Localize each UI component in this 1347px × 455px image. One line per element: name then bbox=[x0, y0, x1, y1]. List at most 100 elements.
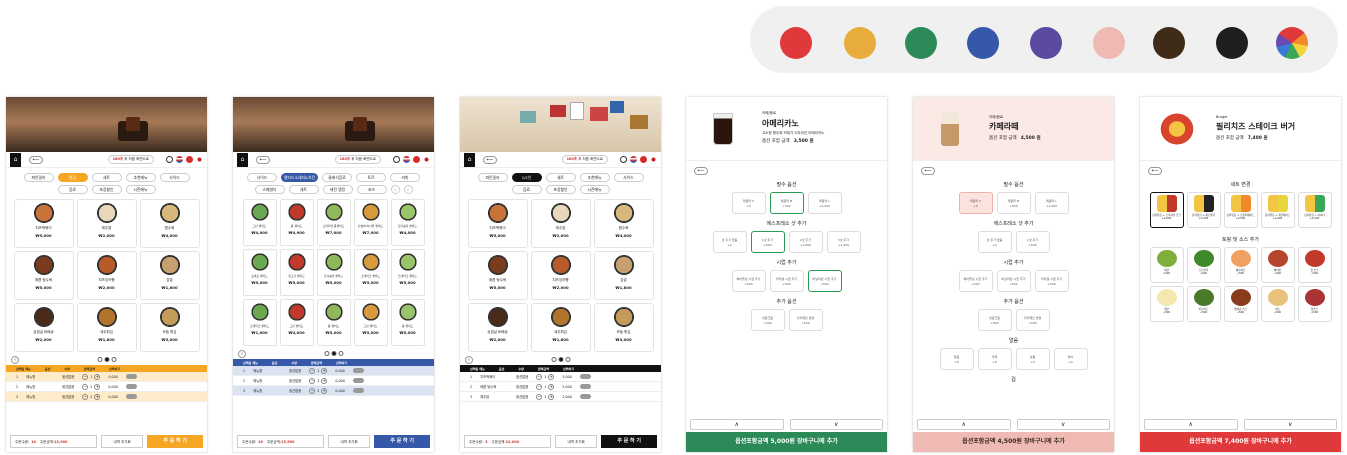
back-button[interactable]: ⟵ bbox=[29, 155, 43, 164]
option-button[interactable]: 3샷 추가 +1,500 bbox=[826, 231, 861, 253]
menu-card[interactable]: 콥 샐러드 ₩5,000 bbox=[316, 299, 351, 346]
color-swatch-brown[interactable] bbox=[1153, 27, 1185, 59]
option-button[interactable]: 적게 +0 bbox=[977, 348, 1012, 370]
option-button[interactable]: 휘핑크림 +500 bbox=[750, 309, 785, 331]
page-dot[interactable] bbox=[97, 357, 102, 362]
menu-card[interactable]: 삼겹살 바베큐 ₩2,000 bbox=[13, 303, 74, 352]
order-button[interactable]: 주 문 하 기 bbox=[374, 435, 430, 448]
tab-2[interactable]: 세트 bbox=[545, 173, 576, 182]
reset-button[interactable]: 내역 초기화 bbox=[554, 435, 598, 448]
scroll-down-button[interactable]: ∨ bbox=[789, 419, 883, 430]
option-button[interactable]: 레귤러 M +500 bbox=[996, 192, 1031, 214]
option-button[interactable]: 레귤러 S +0 bbox=[958, 192, 993, 214]
menu-card[interactable]: 모둠 튀김 ₩3,000 bbox=[593, 303, 654, 352]
option-button[interactable]: 샷 추가 없음 +0 bbox=[712, 231, 747, 253]
back-button[interactable]: ⟵ bbox=[483, 155, 497, 164]
delete-button[interactable] bbox=[125, 374, 137, 379]
page-dot[interactable] bbox=[565, 357, 570, 362]
plus-button[interactable]: + bbox=[548, 393, 555, 400]
tab-2[interactable]: 클래식음료 bbox=[321, 173, 352, 182]
menu-card[interactable]: 매콤 탕수육 ₩5,000 bbox=[13, 251, 74, 300]
tab-3[interactable]: 추천메뉴 bbox=[579, 173, 610, 182]
plus-button[interactable]: + bbox=[94, 383, 101, 390]
delete-button[interactable] bbox=[352, 368, 364, 373]
menu-card[interactable]: 새우튀김 ₩1,800 bbox=[530, 303, 591, 352]
option-button[interactable]: 1샷 추가 +500 bbox=[750, 231, 785, 253]
topping-option[interactable]: 바베큐 소스 +500 bbox=[1223, 286, 1258, 322]
tab-5[interactable]: 음료 bbox=[57, 185, 88, 194]
menu-card[interactable]: 새우튀김 ₩1,800 bbox=[76, 303, 137, 352]
tab-6[interactable]: 포장할인 bbox=[545, 185, 576, 194]
scroll-down-button[interactable]: ∨ bbox=[1243, 419, 1337, 430]
topping-option[interactable]: 치즈 +500 bbox=[1260, 286, 1295, 322]
delete-button[interactable] bbox=[579, 394, 591, 399]
menu-card[interactable]: 스테이크 샐러드 ₩5,000 bbox=[353, 249, 388, 296]
order-button[interactable]: 주 문 하 기 bbox=[601, 435, 657, 448]
tab-3[interactable]: 추천메뉴 bbox=[125, 173, 156, 182]
flag-usa-icon[interactable] bbox=[403, 156, 410, 163]
flag-japan-icon[interactable] bbox=[423, 156, 430, 163]
tab-5[interactable]: 스페셜티 bbox=[254, 185, 285, 194]
flag-japan-icon[interactable] bbox=[196, 156, 203, 163]
tab-6[interactable]: 세트 bbox=[288, 185, 319, 194]
flag-korea-icon[interactable] bbox=[166, 156, 173, 163]
page-dot[interactable] bbox=[338, 351, 343, 356]
minus-button[interactable]: − bbox=[536, 373, 543, 380]
menu-card[interactable]: 매콤 탕수육 ₩5,000 bbox=[467, 251, 528, 300]
topping-option[interactable]: 베이컨 +500 bbox=[1260, 247, 1295, 283]
plus-button[interactable]: + bbox=[548, 373, 555, 380]
menu-card[interactable]: 오리지널 콥샐러드 ₩7,000 bbox=[316, 199, 351, 246]
option-button[interactable]: 없음 +0 bbox=[939, 348, 974, 370]
menu-card[interactable]: 치즈떡볶이 ₩5,000 bbox=[13, 199, 74, 248]
minus-button[interactable]: − bbox=[309, 367, 316, 374]
prev-page-icon[interactable]: ‹ bbox=[465, 356, 473, 364]
home-icon[interactable]: ⌂ bbox=[237, 152, 248, 167]
tab-1[interactable]: 면공 bbox=[57, 173, 88, 182]
option-button[interactable]: 디카페인 변경 +500 bbox=[788, 309, 823, 331]
tab-5[interactable]: 음료 bbox=[511, 185, 542, 194]
tab-4[interactable]: 사이드 bbox=[159, 173, 190, 182]
menu-card[interactable]: 모둠 튀김 ₩3,000 bbox=[139, 303, 200, 352]
option-button[interactable]: 헤이즐넛 시럽 추가 +500 bbox=[731, 270, 766, 292]
option-button[interactable]: 헤이즐넛 시럽 추가 +500 bbox=[958, 270, 993, 292]
back-button[interactable]: ⟵ bbox=[256, 155, 270, 164]
flag-china-icon[interactable] bbox=[413, 156, 420, 163]
option-button[interactable]: 휘핑크림 +500 bbox=[977, 309, 1012, 331]
menu-card[interactable]: 짬수육 ₩4,000 bbox=[139, 199, 200, 248]
option-button[interactable]: 바닐라빈 시럽 추가 +500 bbox=[996, 270, 1031, 292]
flag-usa-icon[interactable] bbox=[630, 156, 637, 163]
menu-card[interactable]: 김밥 ₩1,800 bbox=[593, 251, 654, 300]
menu-card[interactable]: 토마토 샐러드 ₩5,000 bbox=[242, 249, 277, 296]
scroll-up-button[interactable]: ∧ bbox=[917, 419, 1011, 430]
back-button[interactable]: ⟵ bbox=[694, 167, 708, 175]
plus-button[interactable]: + bbox=[548, 383, 555, 390]
menu-card[interactable]: 콥 샐러드 ₩4,900 bbox=[279, 199, 314, 246]
minus-button[interactable]: − bbox=[82, 373, 89, 380]
plus-button[interactable]: + bbox=[94, 393, 101, 400]
set-option[interactable]: 감자튀김 + 오리지널 코크 +2,000 bbox=[1149, 192, 1184, 228]
option-button[interactable]: 보통 +0 bbox=[1015, 348, 1050, 370]
home-icon[interactable]: ⌂ bbox=[10, 152, 21, 167]
menu-card[interactable]: 닭가슴살 샐러드 ₩4,000 bbox=[390, 199, 425, 246]
menu-card[interactable]: 그린 샐러드 ₩5,000 bbox=[353, 299, 388, 346]
tab-8[interactable]: 코즈 bbox=[356, 185, 387, 194]
tab-0[interactable]: 파인밀러 bbox=[23, 173, 54, 182]
set-option[interactable]: 감자튀김 + 레몬에이드 +2,000 bbox=[1260, 192, 1295, 228]
tab-2[interactable]: 세트 bbox=[91, 173, 122, 182]
tab-3[interactable]: 토르 bbox=[355, 173, 386, 182]
menu-card[interactable]: 그린 샐러드 ₩4,000 bbox=[242, 199, 277, 246]
menu-card[interactable]: 삼겹살 바베큐 ₩2,000 bbox=[467, 303, 528, 352]
delete-button[interactable] bbox=[579, 374, 591, 379]
color-swatch-rainbow[interactable] bbox=[1276, 27, 1308, 59]
topping-option[interactable]: 아보카도 +500 bbox=[1186, 286, 1221, 322]
page-dot[interactable] bbox=[111, 357, 116, 362]
minus-button[interactable]: − bbox=[82, 383, 89, 390]
minus-button[interactable]: − bbox=[309, 377, 316, 384]
scroll-up-button[interactable]: ∧ bbox=[1144, 419, 1238, 430]
option-button[interactable]: 카라멜 시럽 추가 +500 bbox=[1034, 270, 1069, 292]
topping-option[interactable]: 핫소스 +500 bbox=[1297, 286, 1332, 322]
next-category-icon[interactable]: › bbox=[403, 185, 413, 194]
menu-card[interactable]: 그린 샐러드 ₩4,000 bbox=[279, 299, 314, 346]
flag-china-icon[interactable] bbox=[186, 156, 193, 163]
tab-1[interactable]: 1/2인 bbox=[511, 173, 542, 182]
